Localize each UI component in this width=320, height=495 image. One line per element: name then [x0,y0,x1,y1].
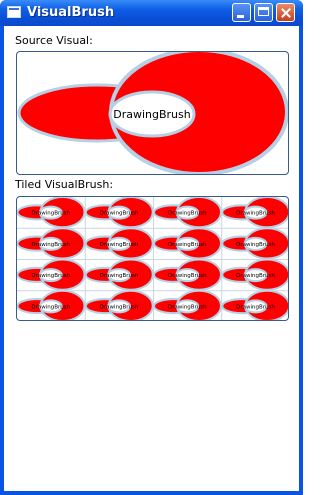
tile-1-0: DrawingBrush [17,227,86,260]
tile-2-1: DrawingBrush [84,258,154,291]
tile-drawingbrush-text: DrawingBrush [168,211,207,217]
tile-drawingbrush-text: DrawingBrush [236,242,275,248]
tiled-visualbrush-grid: DrawingBrush DrawingBrush DrawingBrush Draw… [17,197,288,320]
tile-2-0: DrawingBrush [17,258,86,291]
tile-0-2: DrawingBrush [153,197,222,229]
window-client-area: Source Visual: DrawingBrush Tiled Visual… [4,26,299,491]
tile-3-3: DrawingBrush [221,289,288,320]
window-title: VisualBrush [27,5,115,20]
tiled-visualbrush-label: Tiled VisualBrush: [15,178,114,191]
tile-3-2: DrawingBrush [153,289,222,320]
tile-1-3: DrawingBrush [221,227,288,260]
tile-drawingbrush-text: DrawingBrush [31,242,70,248]
tile-drawingbrush-text: DrawingBrush [100,273,139,279]
title-bar[interactable]: VisualBrush [0,0,303,26]
tile-3-1: DrawingBrush [84,289,154,320]
tile-drawingbrush-text: DrawingBrush [236,304,275,310]
tile-drawingbrush-text: DrawingBrush [100,242,139,248]
tile-drawingbrush-text: DrawingBrush [236,211,275,217]
tile-drawingbrush-text: DrawingBrush [168,242,207,248]
tile-drawingbrush-text: DrawingBrush [31,273,70,279]
maximize-button[interactable] [254,3,273,22]
tile-drawingbrush-text: DrawingBrush [168,304,207,310]
source-visual-drawing: DrawingBrush [17,52,288,174]
tile-1-1: DrawingBrush [84,227,154,260]
tile-0-1: DrawingBrush [84,197,154,229]
tile-3-0: DrawingBrush [17,289,86,320]
tile-1-2: DrawingBrush [153,227,222,260]
tile-drawingbrush-text: DrawingBrush [236,273,275,279]
tile-0-3: DrawingBrush [221,197,288,229]
source-visual-label: Source Visual: [15,34,93,47]
tile-0-0: DrawingBrush [17,197,86,229]
tile-drawingbrush-text: DrawingBrush [31,304,70,310]
app-window-icon[interactable] [7,6,21,18]
tiled-visualbrush-panel: DrawingBrush DrawingBrush DrawingBrush Draw… [16,196,289,321]
minimize-button[interactable] [232,3,251,22]
tile-2-3: DrawingBrush [221,258,288,291]
source-visual-panel: DrawingBrush [16,51,289,175]
tile-drawingbrush-text: DrawingBrush [100,304,139,310]
tile-drawingbrush-text: DrawingBrush [31,211,70,217]
tile-2-2: DrawingBrush [153,258,222,291]
drawingbrush-text: DrawingBrush [113,108,191,121]
tile-drawingbrush-text: DrawingBrush [168,273,207,279]
tile-drawingbrush-text: DrawingBrush [100,211,139,217]
window: VisualBrush Source Visual: DrawingBrush … [0,0,303,495]
close-button[interactable] [276,3,295,22]
